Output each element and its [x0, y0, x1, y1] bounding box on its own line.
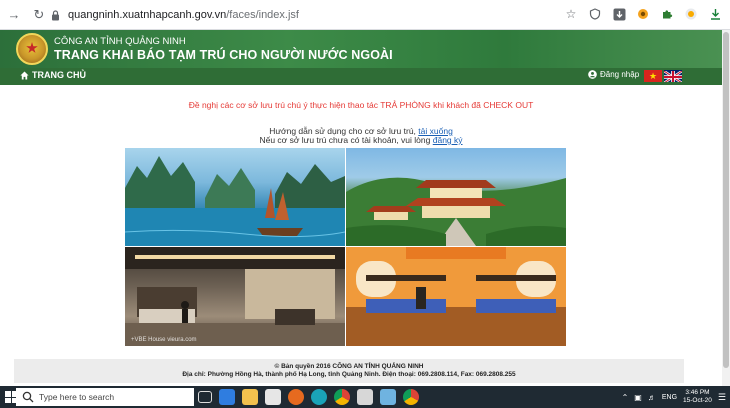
home-label: TRANG CHỦ	[32, 70, 86, 80]
copyright-text: © Bản quyền 2016 CÔNG AN TỈNH QUẢNG NINH	[274, 363, 424, 370]
page-title: TRANG KHAI BÁO TẠM TRÚ CHO NGƯỜI NƯỚC NG…	[54, 48, 393, 62]
login-label: Đăng nhập	[600, 70, 640, 79]
edge-icon[interactable]	[311, 389, 327, 405]
notepad-icon[interactable]	[380, 389, 396, 405]
vietnam-flag-icon[interactable]: ★	[644, 70, 662, 82]
lock-icon[interactable]	[48, 8, 62, 22]
register-text: Nếu cơ sở lưu trú chưa có tài khoản, vui…	[259, 135, 431, 145]
address-bar[interactable]: quangninh.xuatnhapcanh.gov.vn/faces/inde…	[44, 4, 610, 26]
network-icon[interactable]: ▣	[634, 393, 642, 402]
store-icon[interactable]	[265, 389, 281, 405]
profile-icon[interactable]	[682, 5, 700, 23]
site-header: CÔNG AN TỈNH QUẢNG NINH TRANG KHAI BÁO T…	[0, 30, 722, 68]
pinned-apps	[198, 389, 419, 405]
browser-toolbar: → ↻ quangninh.xuatnhapcanh.gov.vn/faces/…	[0, 0, 730, 30]
ha-long-bay-photo	[125, 148, 345, 246]
address-text: Địa chỉ: Phường Hồng Hà, thành phố Hạ Lo…	[182, 371, 516, 378]
mail-icon[interactable]	[357, 389, 373, 405]
puzzle-icon[interactable]	[658, 5, 676, 23]
search-icon	[22, 391, 34, 403]
site-footer: © Bản quyền 2016 CÔNG AN TỈNH QUẢNG NINH…	[14, 359, 684, 383]
police-emblem-icon[interactable]	[16, 33, 48, 65]
clock-date: 15-Oct-20	[683, 397, 712, 404]
chrome-alt-icon[interactable]	[403, 389, 419, 405]
home-link[interactable]: TRANG CHỦ	[20, 70, 86, 80]
chevron-up-icon[interactable]: ⌃	[622, 393, 629, 402]
download-box-icon[interactable]	[610, 5, 628, 23]
nav-bar: TRANG CHỦ Đăng nhập ★	[0, 68, 722, 85]
photo-gallery: +VBE House vieura.com	[125, 148, 566, 346]
clock-time: 3:46 PM	[685, 389, 710, 396]
register-link[interactable]: đăng ký	[433, 135, 463, 145]
firefox-icon[interactable]	[288, 389, 304, 405]
checkout-notice: Đề nghị các cơ sở lưu trú chú ý thực hiệ…	[188, 100, 534, 110]
language-indicator[interactable]: ENG	[662, 394, 677, 401]
register-line: Nếu cơ sở lưu trú chưa có tài khoản, vui…	[0, 135, 722, 145]
page-scrollbar[interactable]	[722, 30, 730, 386]
taskbar-search-box[interactable]: Type here to search	[16, 388, 194, 406]
dormitory-photo	[346, 247, 566, 346]
system-tray: ⌃ ▣ ♬ ENG 3:46 PM 15-Oct-20 ☰	[622, 386, 726, 408]
scrollbar-thumb[interactable]	[723, 32, 729, 368]
back-icon[interactable]: →	[3, 4, 25, 26]
search-placeholder: Type here to search	[39, 392, 115, 402]
uk-flag-icon[interactable]	[664, 70, 682, 82]
user-icon	[588, 70, 597, 79]
download-icon[interactable]	[706, 5, 724, 23]
taskbar-clock[interactable]: 3:46 PM 15-Oct-20	[683, 389, 712, 405]
pagoda-photo	[346, 148, 566, 246]
file-explorer-icon[interactable]	[242, 389, 258, 405]
task-view-icon[interactable]	[198, 391, 212, 403]
volume-icon[interactable]: ♬	[648, 393, 656, 402]
organization-name: CÔNG AN TỈNH QUẢNG NINH	[54, 36, 186, 47]
home-icon	[20, 70, 29, 80]
shield-icon[interactable]	[586, 5, 604, 23]
notification-icon[interactable]: ☰	[718, 392, 726, 403]
login-link[interactable]: Đăng nhập	[588, 70, 639, 79]
edge-legacy-icon[interactable]	[219, 389, 235, 405]
windows-taskbar: Type here to search ⌃ ▣ ♬ ENG 3:46 PM 15…	[0, 386, 730, 408]
photo-watermark: +VBE House vieura.com	[131, 337, 197, 343]
url-text: quangninh.xuatnhapcanh.gov.vn/faces/inde…	[68, 9, 299, 21]
star-icon[interactable]: ☆	[562, 5, 580, 23]
chrome-icon[interactable]	[334, 389, 350, 405]
hotel-lobby-photo: +VBE House vieura.com	[125, 247, 345, 346]
extension-orange-icon[interactable]	[634, 5, 652, 23]
extension-row: ☆	[562, 5, 724, 23]
